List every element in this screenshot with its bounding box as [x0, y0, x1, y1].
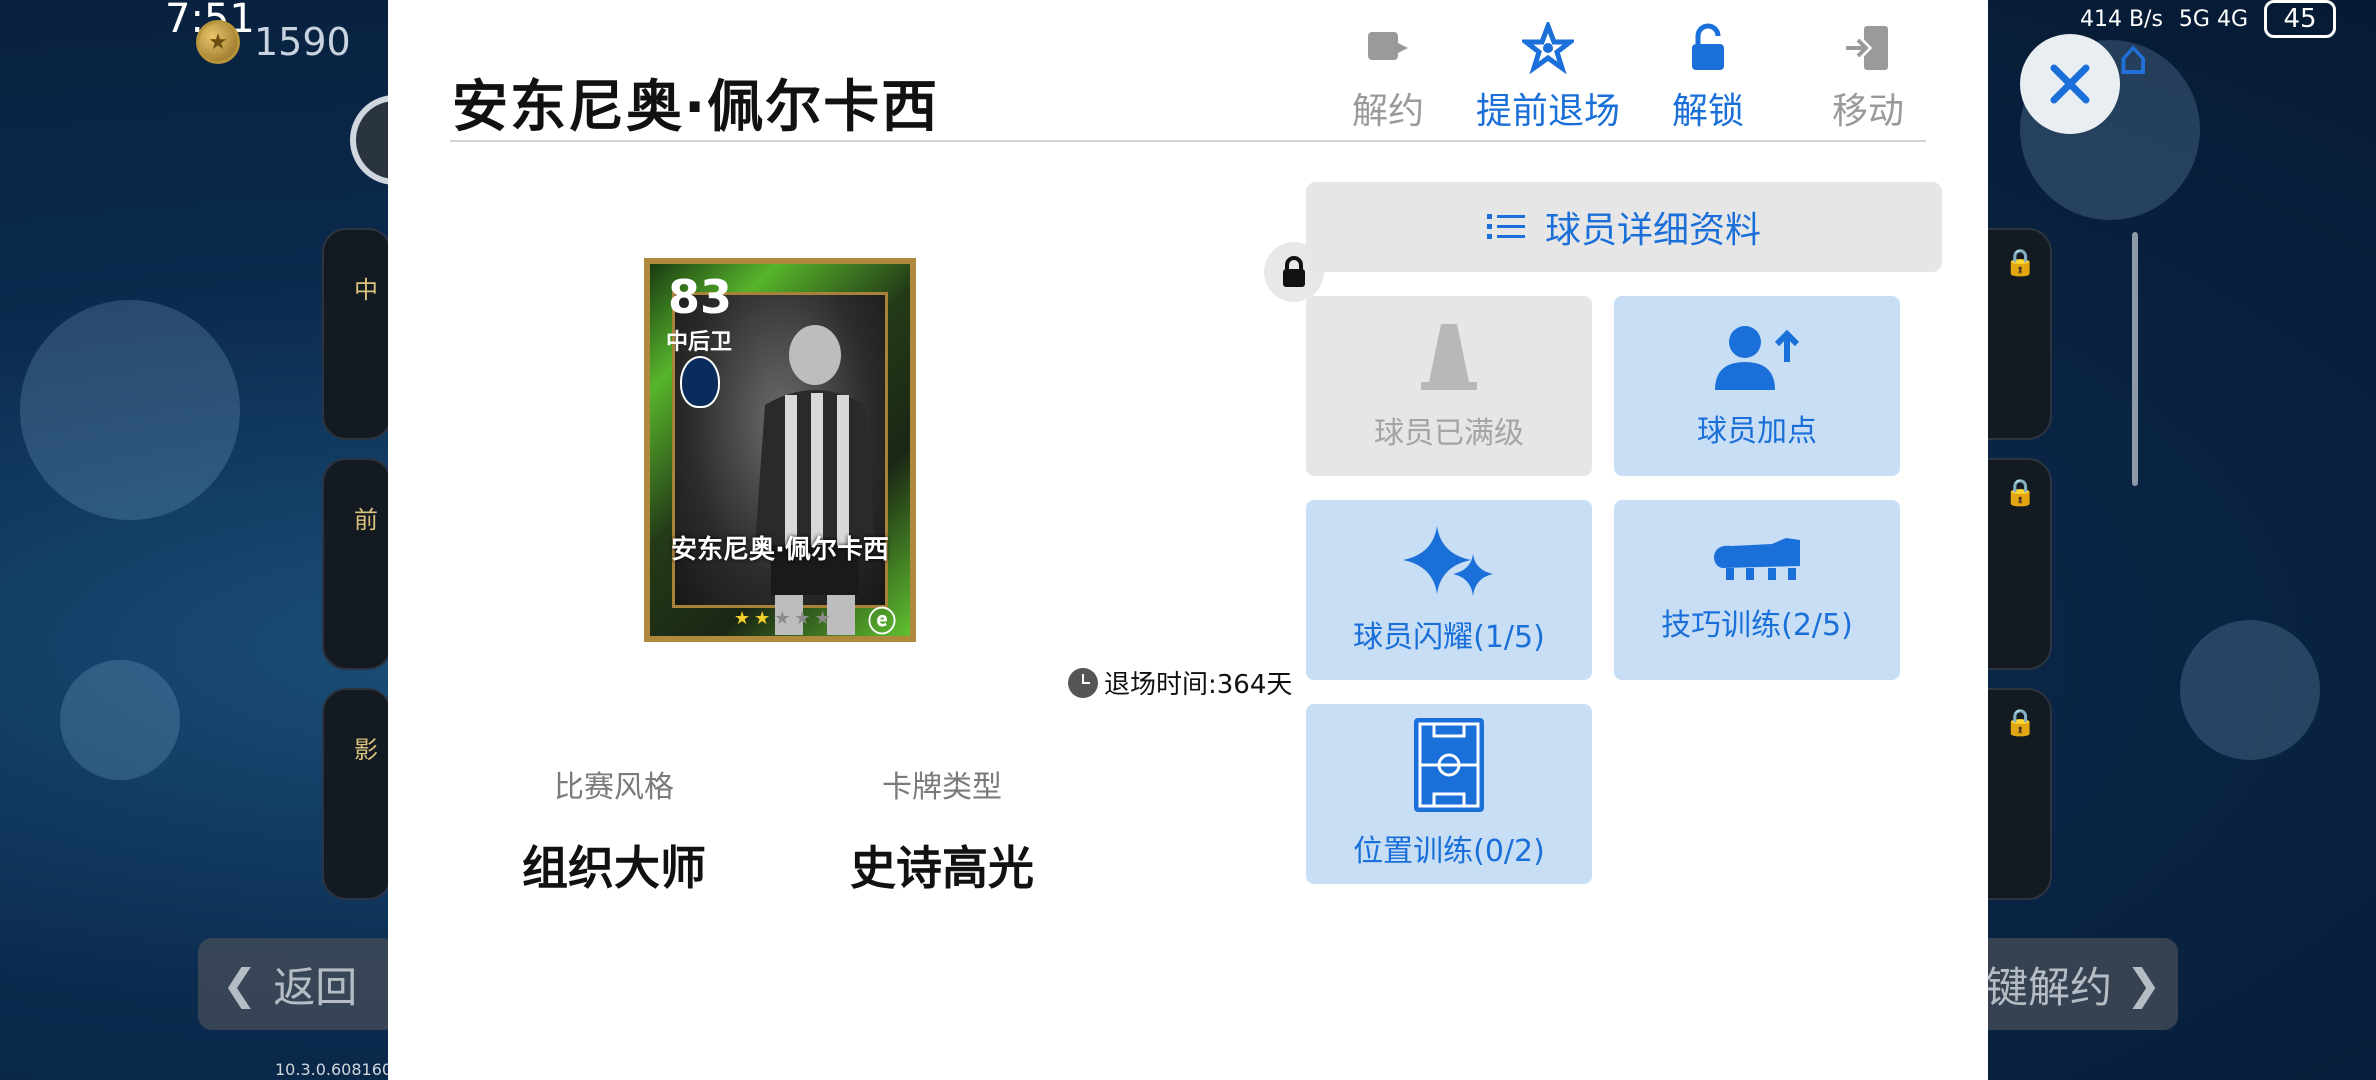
home-icon[interactable]: ⌂ — [2118, 30, 2148, 86]
play-style-block: 比赛风格 组织大师 — [504, 762, 724, 898]
retire-time-text: 退场时间:364天 — [1104, 670, 1293, 700]
pitch-icon — [1414, 718, 1484, 812]
early-exit-label: 提前退场 — [1475, 91, 1620, 132]
player-card[interactable]: 83 中后卫 安东尼奥·佩尔卡西 ★★★★★ ⓔ — [644, 258, 916, 642]
player-detail-modal: 安东尼奥·佩尔卡西 解约 提前退场 解锁 移动 83 中后卫 安东尼奥·佩尔卡西… — [388, 0, 1988, 1080]
star-icon: ★ — [754, 608, 775, 629]
card-type-block: 卡牌类型 史诗高光 — [832, 762, 1052, 898]
card-type-value: 史诗高光 — [850, 841, 1034, 895]
net-speed: 414 B/s — [2079, 6, 2163, 32]
player-photo — [755, 325, 875, 635]
clock-icon — [1068, 667, 1098, 698]
card-player-name: 安东尼奥·佩尔卡西 — [671, 535, 889, 565]
player-details-label: 球员详细资料 — [1544, 210, 1761, 251]
scrollbar[interactable] — [2132, 232, 2138, 486]
star-icon: ★ — [734, 608, 755, 629]
star-icon: ★ — [814, 608, 835, 629]
snow-bokeh — [60, 660, 180, 780]
unlock-button[interactable]: 解锁 — [1628, 20, 1788, 134]
card-pos-label: 影 — [354, 736, 378, 764]
position-training-tile[interactable]: 位置训练(0/2) — [1306, 704, 1592, 884]
early-exit-button[interactable]: 提前退场 — [1468, 20, 1628, 134]
efootball-logo-icon: ⓔ — [867, 605, 896, 638]
squad-card[interactable]: 前 — [322, 458, 392, 670]
player-points-label: 球员加点 — [1697, 414, 1817, 449]
skill-training-tile[interactable]: 技巧训练(2/5) — [1614, 500, 1900, 680]
training-cone-icon — [1421, 324, 1477, 390]
snow-bokeh — [2180, 620, 2320, 760]
move-button[interactable]: 移动 — [1788, 20, 1948, 134]
club-badge-icon — [680, 356, 720, 408]
chevron-right-icon: ❯ — [2126, 959, 2162, 1009]
squad-card[interactable]: 影 — [322, 688, 392, 900]
lock-icon: 🔒 — [2004, 478, 2037, 508]
player-shine-label: 球员闪耀(1/5) — [1353, 620, 1545, 655]
retire-time: 退场时间:364天 — [1068, 664, 1292, 701]
card-position: 中后卫 — [666, 330, 733, 355]
back-label: 返回 — [273, 962, 358, 1012]
unlock-label: 解锁 — [1671, 91, 1744, 132]
lock-icon: 🔒 — [2004, 708, 2037, 738]
squad-card[interactable]: 中 — [322, 228, 392, 440]
card-stars: ★★★★★ — [734, 608, 835, 629]
release-label: 解约 — [1351, 91, 1424, 132]
list-icon — [1486, 214, 1525, 239]
card-type-label: 卡牌类型 — [882, 770, 1002, 805]
close-icon — [2050, 64, 2090, 104]
move-icon — [1788, 20, 1948, 76]
bulk-release-button[interactable]: 键解约 ❯ — [1986, 938, 2178, 1030]
card-pos-label: 前 — [354, 506, 378, 534]
version-text: 10.3.0.608160 — [275, 1060, 393, 1079]
position-training-label: 位置训练(0/2) — [1353, 834, 1545, 869]
action-bar: 解约 提前退场 解锁 移动 — [1308, 20, 1948, 132]
release-icon — [1308, 20, 1468, 76]
star-icon: ★ — [794, 608, 815, 629]
network-icon: 5G 4G — [2178, 6, 2248, 32]
move-label: 移动 — [1831, 91, 1904, 132]
battery-icon: 45 — [2264, 0, 2336, 38]
player-shine-tile[interactable]: 球员闪耀(1/5) — [1306, 500, 1592, 680]
chevron-left-icon: ❮ — [222, 959, 258, 1009]
boot-icon — [1714, 538, 1800, 580]
star-exit-icon — [1468, 20, 1628, 76]
sparkle-icon — [1403, 526, 1493, 596]
player-points-tile[interactable]: 球员加点 — [1614, 296, 1900, 476]
card-frame: 83 中后卫 安东尼奥·佩尔卡西 ★★★★★ ⓔ — [644, 258, 916, 642]
coin-icon: ★ — [196, 20, 240, 64]
skill-training-label: 技巧训练(2/5) — [1661, 608, 1853, 643]
back-button[interactable]: ❮ 返回 — [198, 938, 398, 1030]
play-style-value: 组织大师 — [522, 841, 706, 895]
play-style-label: 比赛风格 — [554, 770, 674, 805]
unlock-icon — [1628, 20, 1788, 76]
release-label: 键解约 — [1986, 962, 2113, 1012]
title-divider — [450, 140, 1926, 142]
coin-value: 1590 — [254, 20, 351, 64]
max-level-label: 球员已满级 — [1374, 416, 1524, 451]
star-icon: ★ — [774, 608, 795, 629]
player-details-button[interactable]: 球员详细资料 — [1306, 182, 1942, 272]
close-button[interactable] — [2020, 34, 2120, 134]
max-level-tile: 球员已满级 — [1306, 296, 1592, 476]
release-button[interactable]: 解约 — [1308, 20, 1468, 134]
user-plus-icon — [1715, 326, 1799, 390]
lock-icon: 🔒 — [2004, 248, 2037, 278]
player-title: 安东尼奥·佩尔卡西 — [452, 75, 940, 140]
card-rating: 83 — [668, 270, 733, 324]
snow-bokeh — [20, 300, 240, 520]
card-pos-label: 中 — [354, 276, 378, 304]
coin-counter: ★ 1590 — [196, 20, 351, 64]
